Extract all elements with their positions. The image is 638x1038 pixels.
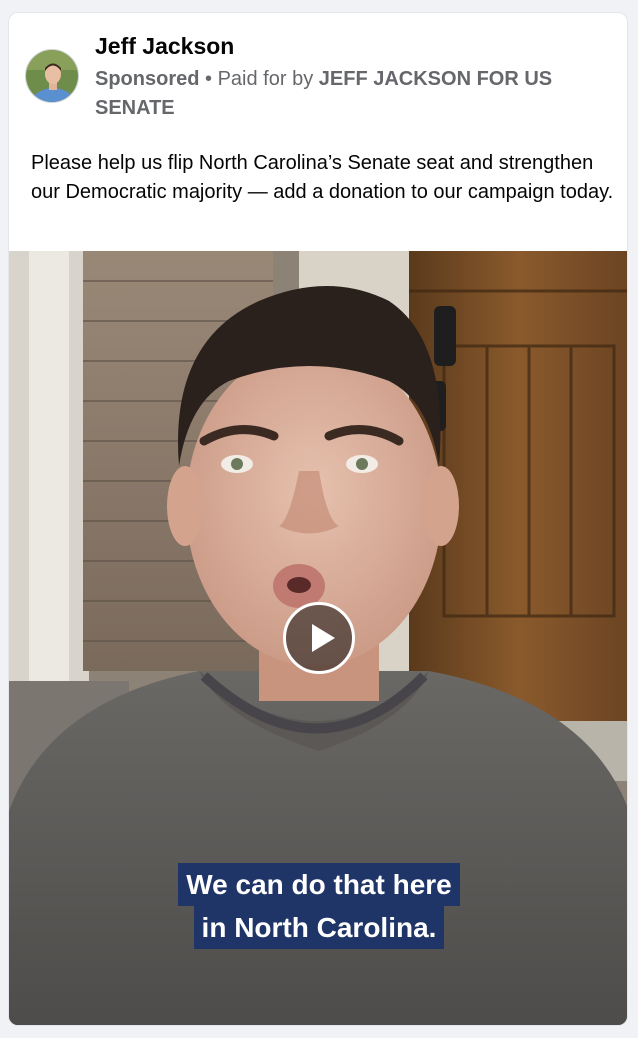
caption-line-2: in North Carolina. <box>193 906 445 949</box>
sponsor-info: Sponsored • Paid for by JEFF JACKSON FOR… <box>95 65 605 123</box>
post-message: Please help us flip North Carolina’s Sen… <box>31 152 614 203</box>
play-button[interactable] <box>283 602 355 674</box>
play-icon <box>312 624 335 652</box>
page-avatar[interactable] <box>25 49 79 103</box>
video-player[interactable]: We can do that here in North Carolina. <box>9 251 627 1025</box>
avatar-image <box>26 50 78 102</box>
ad-post-card: Jeff Jackson Sponsored • Paid for by JEF… <box>8 12 628 1026</box>
caption-line-1: We can do that here <box>178 863 460 906</box>
meta-separator: • <box>205 68 213 90</box>
post-header: Jeff Jackson Sponsored • Paid for by JEF… <box>9 13 627 133</box>
sponsored-label[interactable]: Sponsored <box>95 68 199 90</box>
page-name[interactable]: Jeff Jackson <box>95 33 234 60</box>
paid-for-prefix: Paid for by <box>217 68 314 90</box>
video-caption: We can do that here in North Carolina. <box>9 863 627 949</box>
